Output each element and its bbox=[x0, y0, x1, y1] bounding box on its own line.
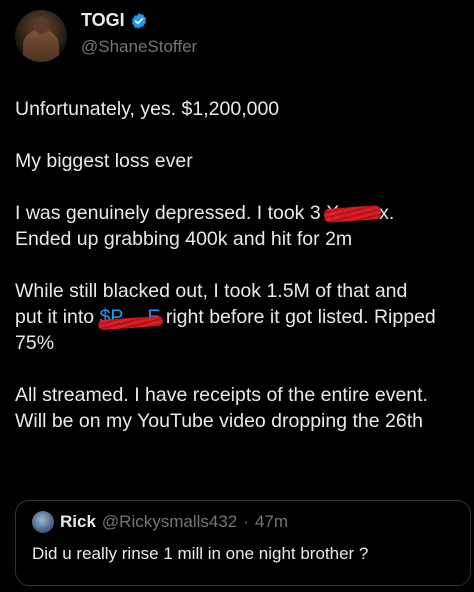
tweet-paragraph-2: My biggest loss ever bbox=[15, 148, 474, 174]
quoted-author-name[interactable]: Rick bbox=[60, 512, 96, 532]
author-display-name[interactable]: TOGI bbox=[81, 10, 125, 31]
tweet-paragraph-3: I was genuinely depressed. I took 3 Xx. … bbox=[15, 200, 474, 252]
meta-separator: · bbox=[243, 512, 249, 531]
tweet-body: Unfortunately, yes. $1,200,000 My bigges… bbox=[15, 96, 474, 460]
verified-badge-icon bbox=[131, 12, 146, 29]
avatar-torso bbox=[23, 30, 59, 62]
author-avatar[interactable] bbox=[15, 10, 67, 62]
tweet-header: TOGI @ShaneStoffer bbox=[15, 6, 455, 66]
paragraph-text: x. bbox=[379, 202, 395, 224]
quoted-tweet-card[interactable]: Rick @Rickysmalls432 · 47m Did u really … bbox=[15, 500, 471, 586]
paragraph-text: Will be on my YouTube video dropping the… bbox=[15, 410, 423, 432]
redacted-word: X bbox=[323, 200, 382, 226]
quoted-author-avatar[interactable] bbox=[32, 511, 54, 533]
quoted-tweet-time[interactable]: 47m bbox=[255, 512, 288, 532]
quoted-tweet-header: Rick @Rickysmalls432 · 47m bbox=[32, 511, 288, 533]
paragraph-text: put it into bbox=[15, 306, 100, 328]
cashtag-link[interactable]: $PE bbox=[97, 304, 163, 331]
paragraph-text: right before it got listed. Ripped bbox=[160, 306, 436, 328]
author-name-row: TOGI bbox=[81, 10, 148, 31]
quoted-author-handle[interactable]: @Rickysmalls432 bbox=[102, 512, 237, 532]
paragraph-text: Ended up grabbing 400k and hit for 2m bbox=[15, 228, 353, 250]
avatar-head bbox=[34, 17, 49, 34]
paragraph-text: My biggest loss ever bbox=[15, 150, 193, 172]
paragraph-text: I was genuinely depressed. I took 3 bbox=[15, 202, 327, 224]
red-scribble bbox=[323, 205, 382, 223]
paragraph-text: Unfortunately, yes. $1,200,000 bbox=[15, 98, 280, 120]
tweet-paragraph-5: All streamed. I have receipts of the ent… bbox=[15, 382, 474, 434]
tweet-paragraph-4: While still blacked out, I took 1.5M of … bbox=[15, 278, 474, 356]
paragraph-text: While still blacked out, I took 1.5M of … bbox=[15, 280, 408, 302]
quoted-tweet-text: Did u really rinse 1 mill in one night b… bbox=[32, 544, 369, 563]
tweet-paragraph-1: Unfortunately, yes. $1,200,000 bbox=[15, 96, 474, 122]
paragraph-text: 75% bbox=[15, 332, 55, 354]
author-handle[interactable]: @ShaneStoffer bbox=[81, 37, 197, 57]
paragraph-text: All streamed. I have receipts of the ent… bbox=[15, 384, 428, 406]
